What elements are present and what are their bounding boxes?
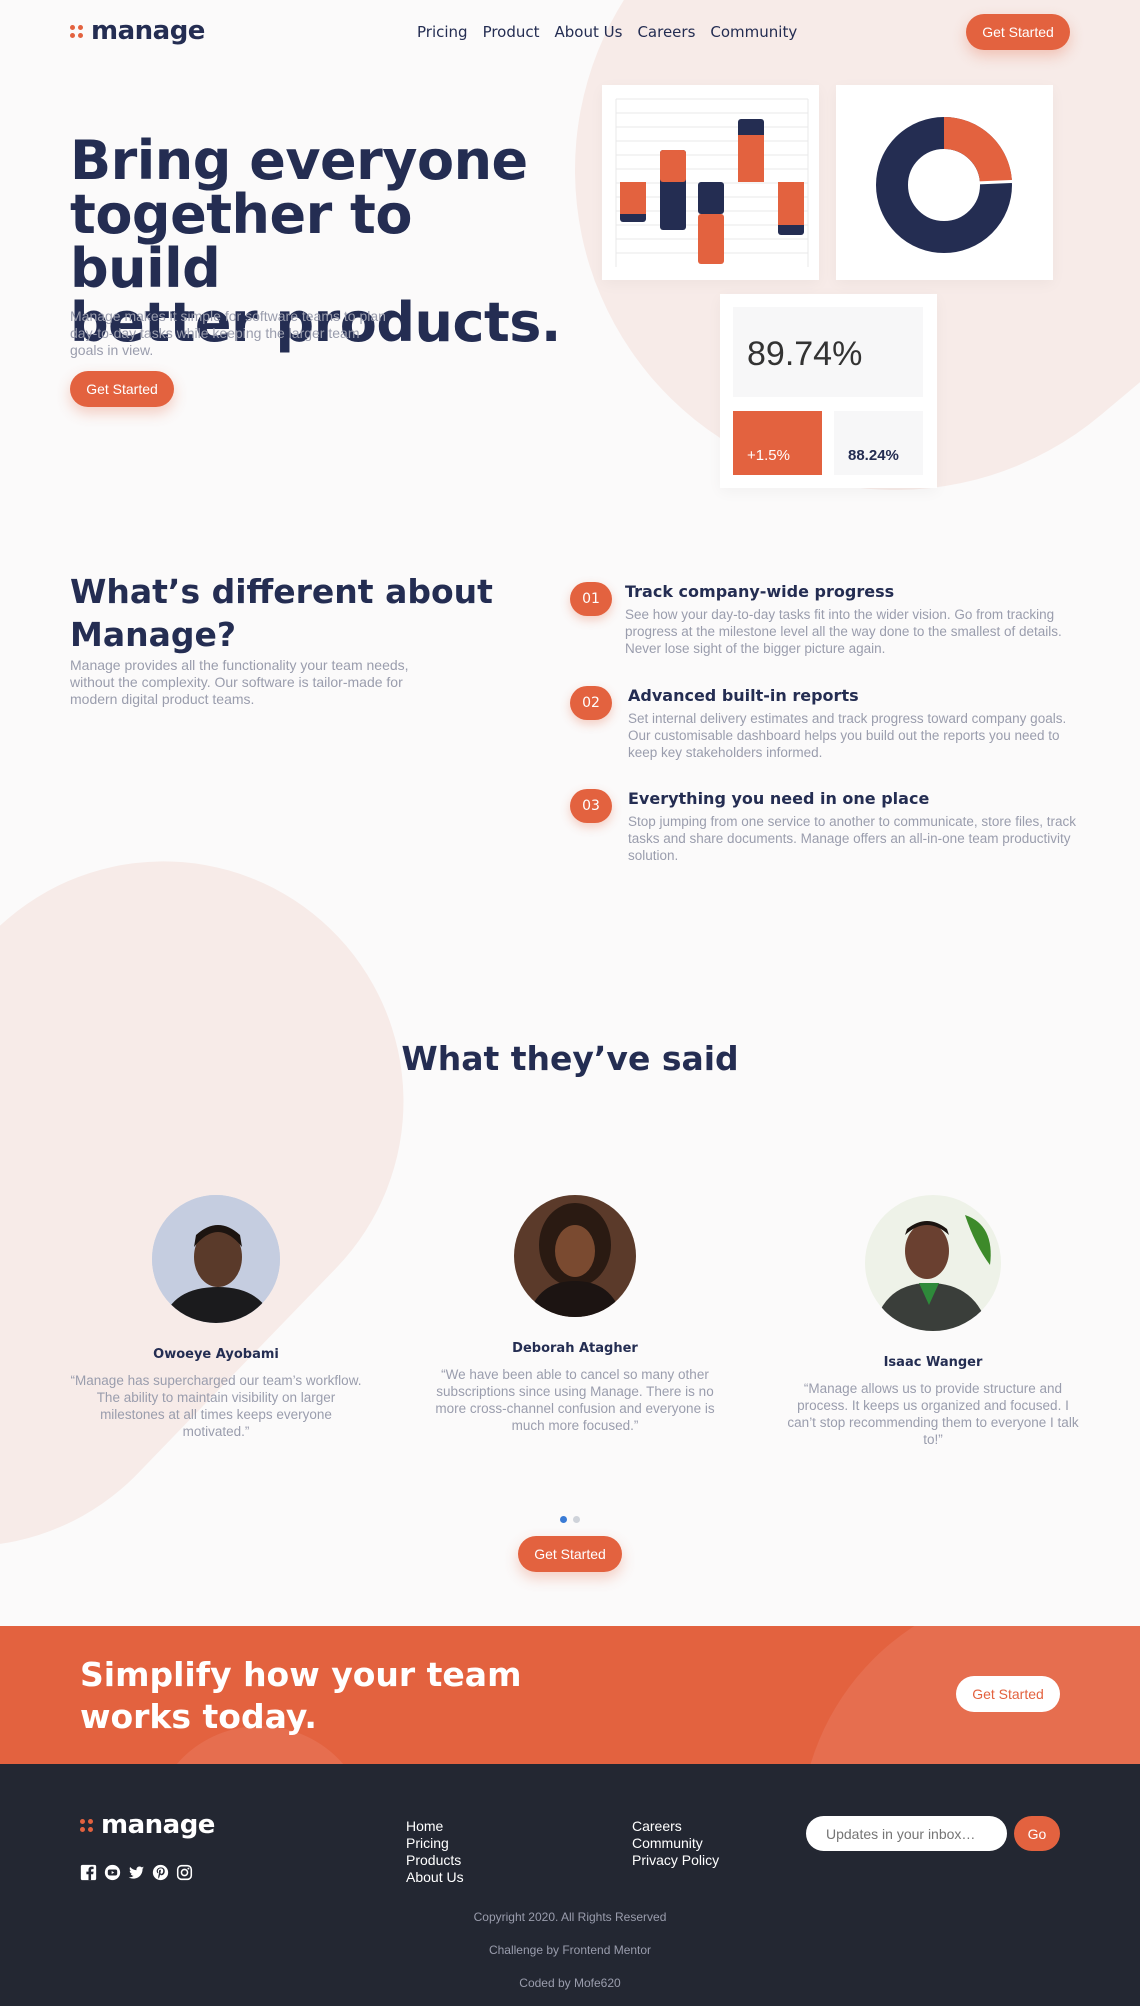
cta-title-line-2: works today. — [80, 1697, 317, 1736]
donut-chart-card — [836, 85, 1053, 280]
cta-banner: Simplify how your team works today. Get … — [0, 1626, 1140, 1764]
hero-title-line-1: Bring everyone — [70, 129, 528, 192]
testimonial-card-2: Deborah Atagher “We have been able to ca… — [425, 1195, 725, 1434]
testimonial-name: Isaac Wanger — [883, 1355, 983, 1370]
stats-main-panel: 89.74% — [733, 307, 923, 397]
footer-link-privacy-policy[interactable]: Privacy Policy — [632, 1852, 719, 1869]
stats-main-value: 89.74% — [747, 335, 863, 373]
features-title: What’s different about Manage? — [70, 570, 510, 656]
twitter-icon[interactable] — [128, 1864, 145, 1881]
avatar-isaac-image — [865, 1195, 1001, 1331]
logo-dots-icon — [70, 24, 83, 38]
main-nav: Pricing Product About Us Careers Communi… — [417, 23, 797, 41]
features-title-line-1: What’s different about — [70, 572, 493, 611]
testimonial-quote: “Manage has supercharged our team’s work… — [70, 1373, 362, 1439]
footer-links-col-2: Careers Community Privacy Policy — [632, 1818, 719, 1869]
header-logo[interactable]: manage — [70, 16, 205, 46]
footer-logo-text: manage — [101, 1810, 215, 1840]
pinterest-icon[interactable] — [152, 1864, 169, 1881]
cta-title-line-1: Simplify how your team — [80, 1655, 522, 1694]
feature-text: See how your day-to-day tasks fit into t… — [625, 607, 1062, 656]
stats-secondary-value: 88.24% — [848, 447, 899, 464]
hero-get-started-button[interactable]: Get Started — [70, 371, 174, 407]
newsletter-email-input[interactable] — [806, 1816, 1007, 1851]
footer-link-careers[interactable]: Careers — [632, 1818, 719, 1835]
testimonials-title: What they’ve said — [401, 1039, 739, 1078]
testimonial-name: Owoeye Ayobami — [153, 1347, 279, 1362]
carousel-dot[interactable] — [573, 1516, 580, 1523]
avatar-owoeye-image — [152, 1195, 280, 1323]
header-get-started-button[interactable]: Get Started — [966, 14, 1070, 50]
feature-title: Everything you need in one place — [628, 789, 930, 808]
testimonial-name: Deborah Atagher — [512, 1341, 638, 1356]
testimonials-get-started-button[interactable]: Get Started — [518, 1536, 622, 1572]
logo-dots-icon — [80, 1818, 93, 1832]
hero-subtitle: Manage makes it simple for software team… — [70, 308, 386, 358]
avatar — [152, 1195, 280, 1323]
feature-title: Track company-wide progress — [625, 582, 895, 601]
feature-text: Set internal delivery estimates and trac… — [628, 711, 1067, 760]
facebook-icon[interactable] — [80, 1864, 97, 1881]
footer-link-community[interactable]: Community — [632, 1835, 719, 1852]
features-title-line-2: Manage? — [70, 615, 237, 654]
footer: manage Home Pricing Products About Us Ca… — [0, 1764, 1140, 2006]
footer-challenge: Challenge by Frontend Mentor — [488, 1943, 652, 1957]
nav-careers[interactable]: Careers — [637, 23, 695, 41]
testimonial-card-1: Owoeye Ayobami “Manage has supercharged … — [66, 1195, 366, 1440]
footer-link-about-us[interactable]: About Us — [406, 1869, 464, 1886]
feature-number-badge: 02 — [570, 686, 612, 720]
bar-chart-card — [602, 85, 819, 280]
footer-coded-by: Coded by Mofe620 — [519, 1976, 621, 1990]
carousel-dot-active[interactable] — [560, 1516, 567, 1523]
footer-links-col-1: Home Pricing Products About Us — [406, 1818, 464, 1886]
newsletter-go-button[interactable]: Go — [1014, 1816, 1060, 1851]
nav-community[interactable]: Community — [710, 23, 797, 41]
hero-title-line-2: together to build — [70, 183, 412, 300]
testimonial-card-3: Isaac Wanger “Manage allows us to provid… — [783, 1195, 1083, 1448]
stats-change-value: +1.5% — [747, 447, 790, 464]
logo-text: manage — [91, 16, 205, 46]
nav-pricing[interactable]: Pricing — [417, 23, 468, 41]
feature-title: Advanced built-in reports — [628, 686, 859, 705]
stats-change-panel: +1.5% — [733, 411, 822, 475]
youtube-icon[interactable] — [104, 1864, 121, 1881]
cta-title: Simplify how your team works today. — [80, 1654, 521, 1738]
footer-link-pricing[interactable]: Pricing — [406, 1835, 464, 1852]
bar-chart-graphic — [615, 98, 809, 267]
avatar-deborah-image — [514, 1195, 636, 1317]
stats-card: 89.74% +1.5% 88.24% — [720, 294, 937, 488]
social-icons — [80, 1864, 193, 1881]
footer-link-products[interactable]: Products — [406, 1852, 464, 1869]
feature-text: Stop jumping from one service to another… — [628, 814, 1076, 863]
footer-logo[interactable]: manage — [80, 1810, 215, 1840]
feature-item-1: 01 Track company-wide progress See how y… — [570, 582, 1090, 662]
testimonial-quote: “We have been able to cancel so many oth… — [435, 1367, 715, 1433]
feature-number-badge: 03 — [570, 789, 612, 823]
footer-link-home[interactable]: Home — [406, 1818, 464, 1835]
avatar — [514, 1195, 636, 1317]
stats-secondary-panel: 88.24% — [834, 411, 923, 475]
footer-copyright: Copyright 2020. All Rights Reserved — [473, 1910, 667, 1924]
donut-chart-graphic — [876, 116, 1023, 253]
feature-item-3: 03 Everything you need in one place Stop… — [570, 789, 1090, 869]
nav-product[interactable]: Product — [483, 23, 540, 41]
testimonial-quote: “Manage allows us to provide structure a… — [787, 1381, 1079, 1447]
instagram-icon[interactable] — [176, 1864, 193, 1881]
avatar — [865, 1195, 1001, 1331]
cta-get-started-button[interactable]: Get Started — [956, 1676, 1060, 1712]
nav-about-us[interactable]: About Us — [555, 23, 623, 41]
features-description: Manage provides all the functionality yo… — [70, 657, 409, 707]
feature-item-2: 02 Advanced built-in reports Set interna… — [570, 686, 1090, 766]
feature-number-badge: 01 — [570, 582, 612, 616]
